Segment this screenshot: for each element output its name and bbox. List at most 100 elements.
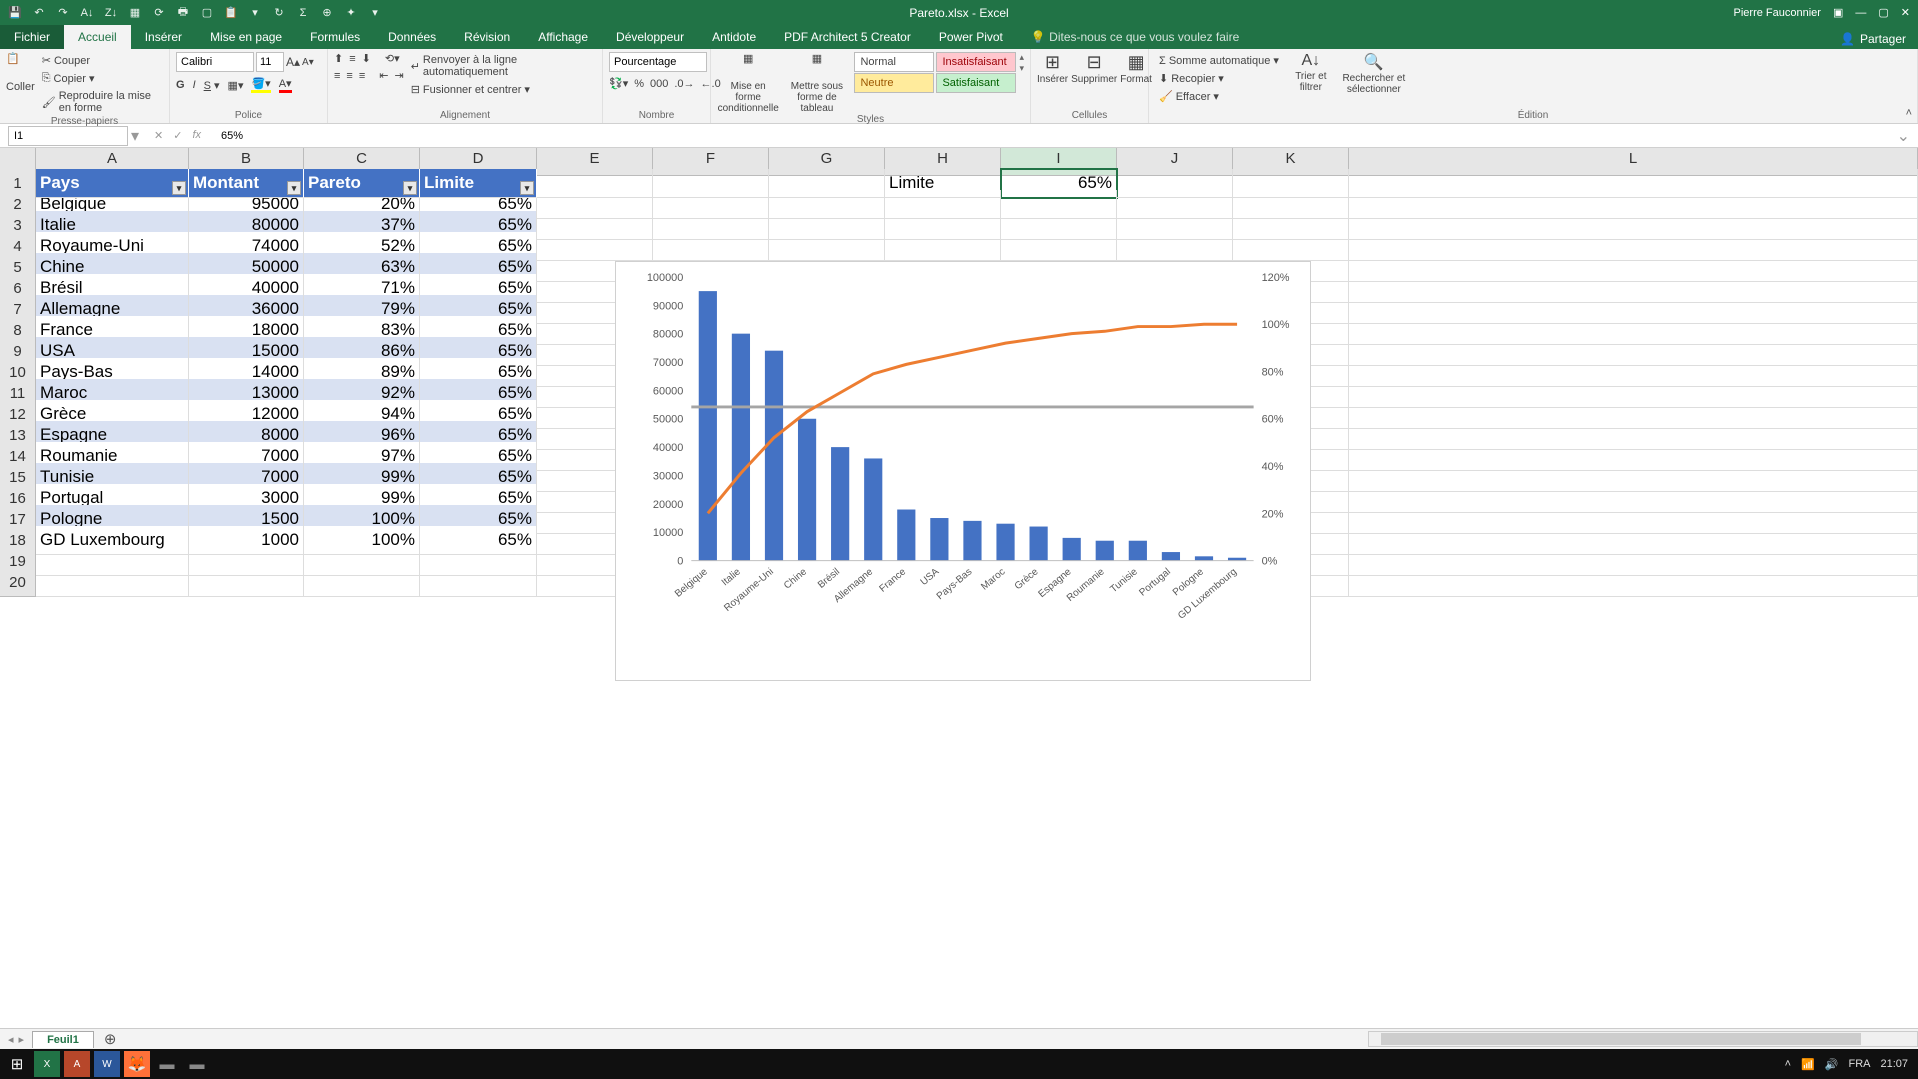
print-icon[interactable]: 🖶 [176,6,190,20]
sheet-tab-feuil1[interactable]: Feuil1 [32,1031,94,1048]
close-icon[interactable]: ✕ [1901,6,1910,19]
tab-donnees[interactable]: Données [374,25,450,49]
paste-icon[interactable]: 📋 [224,6,238,20]
font-size-input[interactable] [256,52,284,72]
increase-font-icon[interactable]: A▴ [286,55,300,69]
cell[interactable]: Pareto▾ [304,169,420,198]
cell[interactable]: Limite▾ [420,169,537,198]
conditional-format-label[interactable]: Mise en forme conditionnelle [717,81,779,114]
cut-button[interactable]: ✂ Couper [38,52,163,69]
number-format-dropdown[interactable] [609,52,707,72]
format-cells-icon[interactable]: ▦ [1128,52,1145,73]
undo-icon[interactable]: ↶ [32,6,46,20]
align-bottom-icon[interactable]: ⬇ [362,52,371,65]
customize-qat-icon[interactable]: ▾ [368,6,382,20]
taskbar-app-icon[interactable]: 🦊 [124,1051,150,1077]
sigma-icon[interactable]: Σ [296,6,310,20]
tab-antidote[interactable]: Antidote [698,25,770,49]
wrap-text-button[interactable]: ↵ Renvoyer à la ligne automatiquement [407,52,596,80]
cell[interactable] [36,568,189,597]
clear-button[interactable]: 🧹 Effacer ▾ [1155,88,1283,105]
start-icon[interactable]: ⊞ [4,1051,30,1077]
fill-color-icon[interactable]: 🪣▾ [251,77,270,93]
tray-lang[interactable]: FRA [1848,1058,1870,1070]
bold-icon[interactable]: G [176,79,185,91]
save-icon[interactable]: 💾 [8,6,22,20]
tab-revision[interactable]: Révision [450,25,524,49]
new-icon[interactable]: ▢ [200,6,214,20]
style-neutre[interactable]: Neutre [854,73,934,93]
tray-chevron-icon[interactable]: ˄ [1785,1058,1791,1070]
filter-dropdown-icon[interactable]: ▾ [403,181,417,195]
taskbar-app-icon[interactable]: ▬ [184,1051,210,1077]
italic-icon[interactable]: I [193,79,196,91]
autosum-button[interactable]: Σ Somme automatique ▾ [1155,52,1283,69]
find-select-label[interactable]: Rechercher et sélectionner [1339,73,1409,95]
cell[interactable] [189,568,304,597]
paste-label[interactable]: Coller [6,81,35,93]
sort-desc-icon[interactable]: Z↓ [104,6,118,20]
redo-icon[interactable]: ↷ [56,6,70,20]
cell[interactable] [420,568,537,597]
currency-icon[interactable]: 💱▾ [609,77,628,90]
expand-formula-bar-icon[interactable]: ⌄ [1897,126,1918,146]
spreadsheet-grid[interactable]: ABCDEFGHIJKL1Pays▾Montant▾Pareto▾Limite▾… [0,148,1918,1049]
qat-icon-2[interactable]: ↻ [272,6,286,20]
format-cells-label[interactable]: Format [1120,74,1152,85]
increase-indent-icon[interactable]: ⇥ [394,69,403,82]
conditional-format-icon[interactable]: ▦ [734,52,762,80]
filter-dropdown-icon[interactable]: ▾ [172,181,186,195]
style-insatisfaisant[interactable]: Insatisfaisant [936,52,1016,72]
tray-volume-icon[interactable]: 🔊 [1825,1058,1839,1071]
insert-cells-icon[interactable]: ⊞ [1045,52,1060,73]
pivot-icon[interactable]: ▦ [128,6,142,20]
tab-power-pivot[interactable]: Power Pivot [925,25,1017,49]
tab-affichage[interactable]: Affichage [524,25,602,49]
align-right-icon[interactable]: ≡ [359,70,365,82]
orientation-icon[interactable]: ⟲▾ [385,52,400,65]
format-as-table-icon[interactable]: ▦ [803,52,831,80]
share-button[interactable]: 👤 Partager [1828,29,1918,49]
sheet-nav-last-icon[interactable]: ▸ [19,1033,25,1046]
font-name-input[interactable] [176,52,254,72]
tell-me[interactable]: 💡 Dites-nous ce que vous voulez faire [1017,25,1253,49]
find-select-icon[interactable]: 🔍 [1364,52,1384,72]
font-color-icon[interactable]: A▾ [279,77,292,93]
refresh-icon[interactable]: ⟳ [152,6,166,20]
align-top-icon[interactable]: ⬆ [334,52,343,65]
insert-cells-label[interactable]: Insérer [1037,74,1068,85]
tab-developpeur[interactable]: Développeur [602,25,698,49]
add-sheet-icon[interactable]: ⊕ [94,1030,127,1048]
cell[interactable]: Montant▾ [189,169,304,198]
ribbon-display-icon[interactable]: ▣ [1833,6,1843,19]
taskbar-app-icon[interactable]: W [94,1051,120,1077]
sort-filter-icon[interactable]: A↓ [1302,52,1321,70]
increase-decimal-icon[interactable]: .0→ [674,78,694,90]
tray-network-icon[interactable]: 📶 [1801,1058,1815,1071]
sheet-nav-first-icon[interactable]: ◂ [8,1033,14,1046]
cell[interactable] [304,568,420,597]
fill-button[interactable]: ⬇ Recopier ▾ [1155,70,1283,87]
align-center-icon[interactable]: ≡ [346,70,352,82]
qat-icon-4[interactable]: ✦ [344,6,358,20]
align-left-icon[interactable]: ≡ [334,70,340,82]
collapse-ribbon-icon[interactable]: ˄ [1906,107,1912,119]
maximize-icon[interactable]: ▢ [1878,6,1888,19]
filter-dropdown-icon[interactable]: ▾ [520,181,534,195]
tab-accueil[interactable]: Accueil [64,25,131,49]
qat-icon-1[interactable]: ▾ [248,6,262,20]
decrease-font-icon[interactable]: A▾ [302,57,314,68]
taskbar-app-icon[interactable]: ▬ [154,1051,180,1077]
tab-fichier[interactable]: Fichier [0,25,64,49]
taskbar-app-icon[interactable]: X [34,1051,60,1077]
fx-icon[interactable]: fx [192,129,201,142]
pareto-chart[interactable]: 0100002000030000400005000060000700008000… [615,261,1311,681]
horizontal-scrollbar[interactable] [1368,1031,1918,1047]
tab-formules[interactable]: Formules [296,25,374,49]
format-as-table-label[interactable]: Mettre sous forme de tableau [782,81,851,114]
tab-mise-en-page[interactable]: Mise en page [196,25,296,49]
underline-icon[interactable]: S ▾ [204,79,220,92]
tab-pdf-architect[interactable]: PDF Architect 5 Creator [770,25,925,49]
paste-big-icon[interactable]: 📋 [6,52,34,80]
minimize-icon[interactable]: — [1855,7,1866,19]
